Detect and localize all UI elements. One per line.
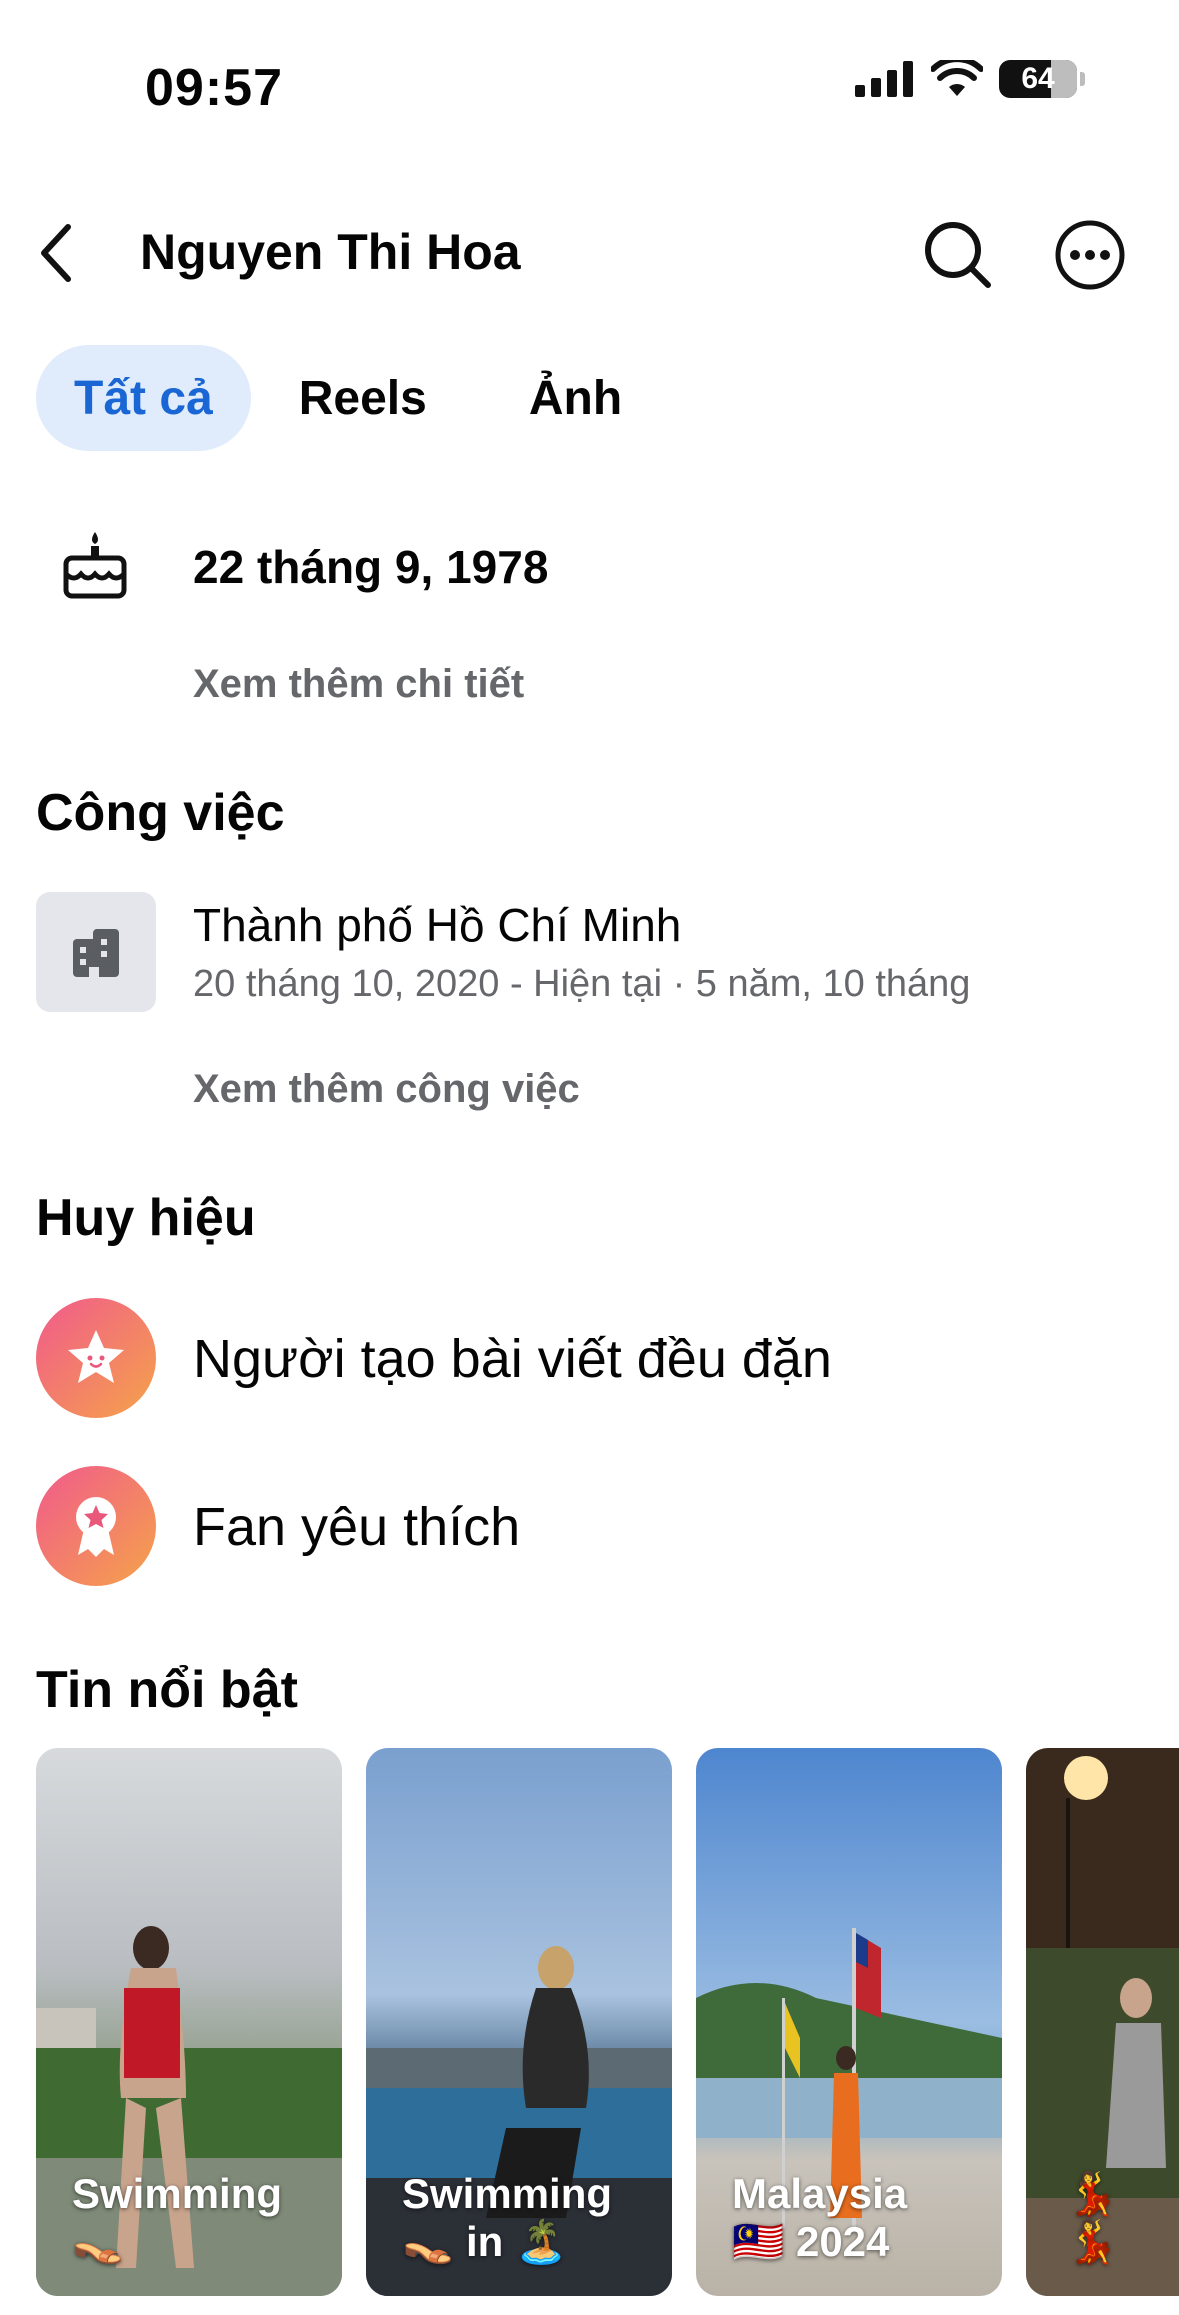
badge-label: Người tạo bài viết đều đặn <box>193 1329 832 1389</box>
highlights-section-title: Tin nổi bật <box>36 1661 298 1719</box>
status-icons: 64 <box>855 60 1085 98</box>
work-place: Thành phố Hồ Chí Minh <box>193 899 682 951</box>
more-horizontal-icon <box>1055 220 1125 290</box>
highlight-label: Swimming 👡 <box>72 2170 283 2265</box>
tab-reels[interactable]: Reels <box>251 345 475 451</box>
highlight-card[interactable]: Malaysia 🇲🇾 2024 <box>696 1748 1002 2296</box>
highlight-card[interactable]: Swimming 👡 in 🏝️ <box>366 1748 672 2296</box>
highlight-label: 💃 💃 <box>1066 2170 1119 2265</box>
more-options-button[interactable] <box>1050 215 1130 295</box>
tab-bar: Tất cả Reels Ảnh <box>36 345 676 451</box>
search-icon <box>925 222 991 288</box>
cellular-signal-icon <box>855 61 913 97</box>
highlight-card[interactable]: 💃 💃 <box>1026 1748 1179 2296</box>
battery-level: 64 <box>1021 62 1055 95</box>
badge-label: Fan yêu thích <box>193 1497 521 1557</box>
building-icon <box>73 929 119 977</box>
birthday-date: 22 tháng 9, 1978 <box>193 541 549 593</box>
back-button[interactable] <box>38 218 98 288</box>
status-time: 09:57 <box>145 59 283 117</box>
highlight-label: Malaysia 🇲🇾 2024 <box>732 2170 908 2265</box>
battery-indicator: 64 <box>999 60 1085 98</box>
see-more-details-link[interactable]: Xem thêm chi tiết <box>193 662 524 707</box>
work-duration: 20 tháng 10, 2020 - Hiện tại · 5 năm, 10… <box>193 963 971 1005</box>
work-section-title: Công việc <box>36 784 285 842</box>
ribbon-medal-icon <box>36 1466 156 1586</box>
birthday-cake-icon <box>62 530 128 605</box>
see-more-work-link[interactable]: Xem thêm công việc <box>193 1067 580 1112</box>
wifi-icon <box>931 60 983 96</box>
highlight-label: Swimming 👡 in 🏝️ <box>402 2170 613 2265</box>
tab-photos[interactable]: Ảnh <box>475 345 676 451</box>
work-icon <box>36 892 156 1012</box>
chevron-left-icon <box>41 224 71 282</box>
badges-section-title: Huy hiệu <box>36 1189 256 1247</box>
tab-all[interactable]: Tất cả <box>36 345 251 451</box>
star-face-icon <box>36 1298 156 1418</box>
highlight-card[interactable]: Swimming 👡 <box>36 1748 342 2296</box>
page-title: Nguyen Thi Hoa <box>140 224 521 280</box>
search-button[interactable] <box>918 215 998 295</box>
